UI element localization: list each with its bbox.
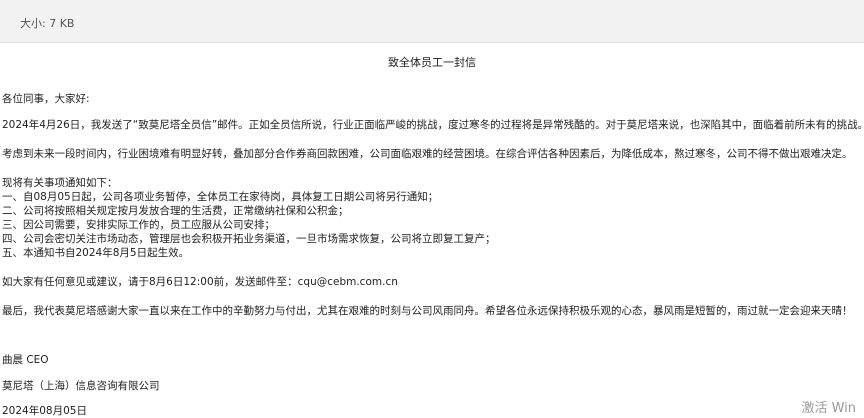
notice-item-4: 四、公司会密切关注市场动态，管理层也会积极开拓业务渠道，一旦市场需求恢复，公司将… [2,233,496,245]
file-size-label: 大小: 7 KB [20,17,75,30]
letter-greeting: 各位同事，大家好: [2,93,90,105]
feedback-prefix: 如大家有任何意见或建议，请于8月6日12:00前，发送邮件至： [2,276,298,288]
letter-paragraph-2: 考虑到未来一段时间内，行业困境难有明显好转，叠加部分合作券商回款困难，公司面临艰… [2,148,853,160]
attachment-header: 大小: 7 KB [0,0,864,43]
notice-item-1: 一、自08月05日起，公司各项业务暂停，全体员工在家待岗，具体复工日期公司将另行… [2,191,439,203]
signature-company: 莫尼塔（上海）信息咨询有限公司 [2,380,160,392]
feedback-line: 如大家有任何意见或建议，请于8月6日12:00前，发送邮件至：cqu@cebm.… [2,275,398,289]
signature-date: 2024年08月05日 [2,405,87,417]
activation-watermark: 激活 Win [801,401,856,416]
feedback-email-link[interactable]: cqu@cebm.com.cn [298,276,398,288]
notice-item-2: 二、公司将按照相关规定按月发放合理的生活费，正常缴纳社保和公积金； [2,205,349,217]
letter-paragraph-1: 2024年4月26日，我发送了“致莫尼塔全员信”邮件。正如全员信所说，行业正面临… [2,119,864,131]
letter-closing: 最后，我代表莫尼塔感谢大家一直以来在工作中的辛勤努力与付出，尤其在艰难的时刻与公… [2,305,853,317]
notice-item-5: 五、本通知书自2024年8月5日起生效。 [2,247,190,259]
letter-title: 致全体员工一封信 [388,56,476,69]
notice-item-3: 三、因公司需要，安排实际工作的，员工应服从公司安排； [2,219,275,231]
letter-document: 致全体员工一封信 各位同事，大家好: 2024年4月26日，我发送了“致莫尼塔全… [0,42,864,418]
notice-intro: 现将有关事项通知如下： [2,177,118,189]
signature-name: 曲晨 CEO [2,354,49,366]
